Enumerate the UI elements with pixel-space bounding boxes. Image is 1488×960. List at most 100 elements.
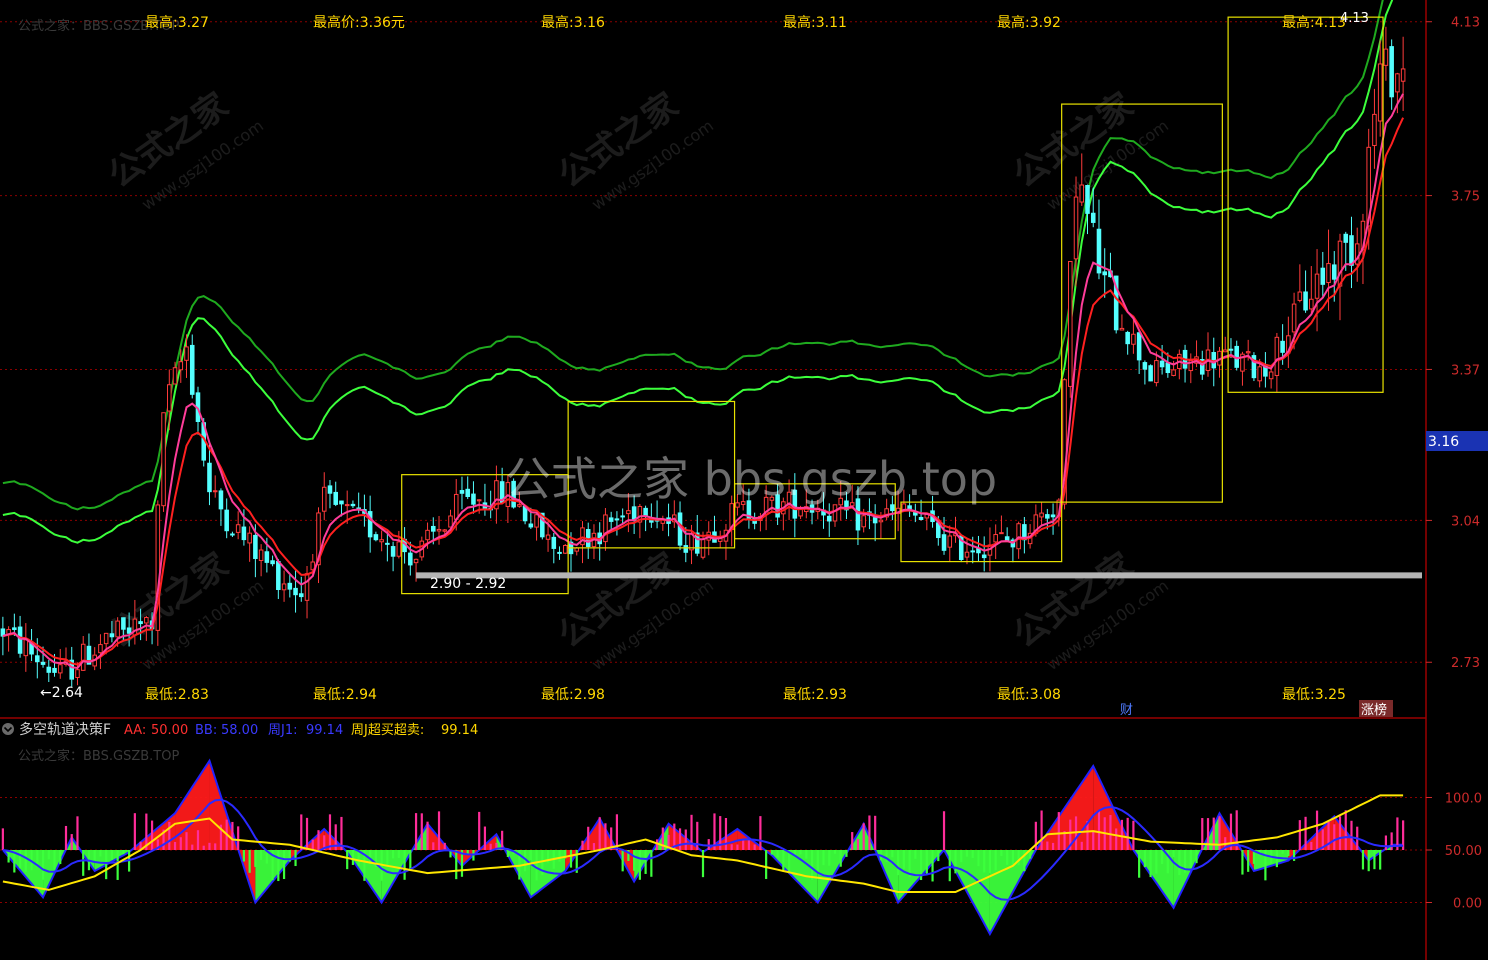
indicator-header-watermark: 公式之家：BBS.GSZB.TOP bbox=[18, 748, 179, 764]
candle-body bbox=[1280, 340, 1285, 353]
candle-body bbox=[1131, 333, 1136, 345]
candle-body bbox=[327, 485, 333, 494]
candle-body bbox=[1119, 327, 1125, 331]
candle-body bbox=[643, 507, 648, 516]
period-high-4: 最高:3.11 bbox=[783, 14, 847, 31]
candle-body bbox=[442, 529, 448, 532]
candle-body bbox=[826, 515, 832, 522]
watermark-tile: 公式之家www.gszj100.com bbox=[1006, 545, 1172, 674]
y-tick-label-main: 4.13 bbox=[1451, 16, 1480, 31]
indicator-menu-icon[interactable] bbox=[2, 723, 14, 735]
candle-body bbox=[115, 620, 120, 638]
candle-body bbox=[1125, 331, 1130, 345]
badge-cai[interactable]: 财 bbox=[1120, 703, 1133, 718]
consolidation-box bbox=[1061, 103, 1223, 503]
param-aa-label: AA: bbox=[124, 723, 146, 738]
candle-body bbox=[1400, 68, 1406, 82]
candle-body bbox=[46, 666, 52, 673]
candle-body bbox=[1142, 362, 1148, 370]
candle-body bbox=[172, 367, 178, 385]
candle-body bbox=[276, 560, 281, 590]
y-tick-label-indicator: 50.00 bbox=[1445, 844, 1482, 859]
candle-body bbox=[17, 626, 23, 654]
period-high-3: 最高:3.16 bbox=[541, 14, 605, 31]
watermark-tile: 公式之家www.gszj100.com bbox=[101, 85, 267, 214]
candle-body bbox=[471, 493, 476, 505]
candle-body bbox=[832, 504, 838, 522]
candle-body bbox=[947, 535, 953, 548]
period-low-2: 最低:2.94 bbox=[313, 687, 377, 703]
candle-body bbox=[304, 573, 310, 601]
candle-body bbox=[161, 412, 166, 507]
candle-body bbox=[103, 632, 109, 645]
candle-body bbox=[207, 462, 212, 493]
candle-body bbox=[1314, 273, 1320, 299]
param-j1-value: 99.14 bbox=[306, 723, 343, 738]
candle-body bbox=[138, 621, 143, 625]
y-tick-label-main: 3.04 bbox=[1451, 514, 1480, 529]
band-outer-line bbox=[2, 0, 1384, 511]
candle-body bbox=[1068, 261, 1073, 387]
period-high-1: 最高:3.27 bbox=[145, 14, 209, 31]
candle-body bbox=[1039, 512, 1044, 518]
candle-body bbox=[167, 384, 172, 412]
candle-body bbox=[189, 344, 195, 395]
candle-body bbox=[390, 546, 396, 557]
candle-body bbox=[534, 514, 539, 528]
candle-body bbox=[1102, 271, 1107, 276]
period-low-3: 最低:2.98 bbox=[541, 687, 605, 703]
high-marker: 4.13 bbox=[1340, 11, 1369, 26]
candle-body bbox=[551, 536, 557, 549]
candle-body bbox=[224, 509, 229, 532]
candle-body bbox=[12, 627, 17, 630]
candle-body bbox=[373, 534, 379, 541]
candle-body bbox=[918, 516, 924, 521]
period-low-6: 最低:3.25 bbox=[1282, 687, 1346, 703]
candle-body bbox=[413, 558, 419, 564]
watermark-tile: 公式之家www.gszj100.com bbox=[551, 545, 717, 674]
candle-body bbox=[184, 346, 189, 361]
candle-body bbox=[333, 491, 338, 505]
candle-body bbox=[258, 549, 264, 562]
consolidation-box bbox=[1227, 16, 1384, 393]
candle-body bbox=[293, 587, 298, 596]
candle-body bbox=[562, 544, 568, 554]
candle-body bbox=[109, 633, 115, 638]
badge-zhangbang[interactable]: 涨榜 bbox=[1361, 702, 1387, 718]
stock-chart: 公式之家www.gszj100.com 公式之家www.gszj100.com 公式… bbox=[0, 0, 1488, 960]
candle-body bbox=[178, 361, 184, 371]
candle-body bbox=[545, 534, 551, 540]
candle-body bbox=[1245, 351, 1251, 354]
candle-body bbox=[1303, 291, 1308, 311]
candle-body bbox=[872, 517, 878, 524]
candle-body bbox=[620, 515, 625, 518]
candle-body bbox=[1343, 233, 1349, 243]
candle-body bbox=[1349, 235, 1354, 266]
candle-body bbox=[907, 505, 912, 510]
indicator-name[interactable]: 多空轨道决策F bbox=[19, 721, 111, 738]
param-j1-label: 周J1: bbox=[268, 723, 298, 738]
candle-body bbox=[144, 617, 149, 624]
candle-body bbox=[1326, 263, 1331, 284]
candle-body bbox=[52, 667, 57, 673]
candle-body bbox=[1073, 196, 1079, 260]
candle-body bbox=[344, 504, 350, 507]
candle-body bbox=[1372, 113, 1377, 147]
oscillator-fill bbox=[2, 758, 1404, 937]
candle-body bbox=[1016, 523, 1021, 550]
candle-body bbox=[430, 525, 436, 532]
candle-body bbox=[436, 528, 442, 532]
candle-body bbox=[459, 490, 465, 494]
candle-body bbox=[121, 617, 126, 630]
candle-body bbox=[465, 488, 470, 498]
candle-body bbox=[80, 643, 86, 671]
candle-body bbox=[993, 534, 998, 543]
candle-body bbox=[1257, 366, 1262, 382]
candle-body bbox=[287, 582, 293, 590]
candle-body bbox=[1171, 369, 1176, 376]
candle-body bbox=[878, 519, 884, 523]
candle-body bbox=[1154, 360, 1159, 384]
center-watermark: 公式之家 bbs.gszb.top bbox=[505, 452, 997, 506]
candle-body bbox=[1377, 63, 1383, 122]
candle-body bbox=[557, 551, 562, 554]
